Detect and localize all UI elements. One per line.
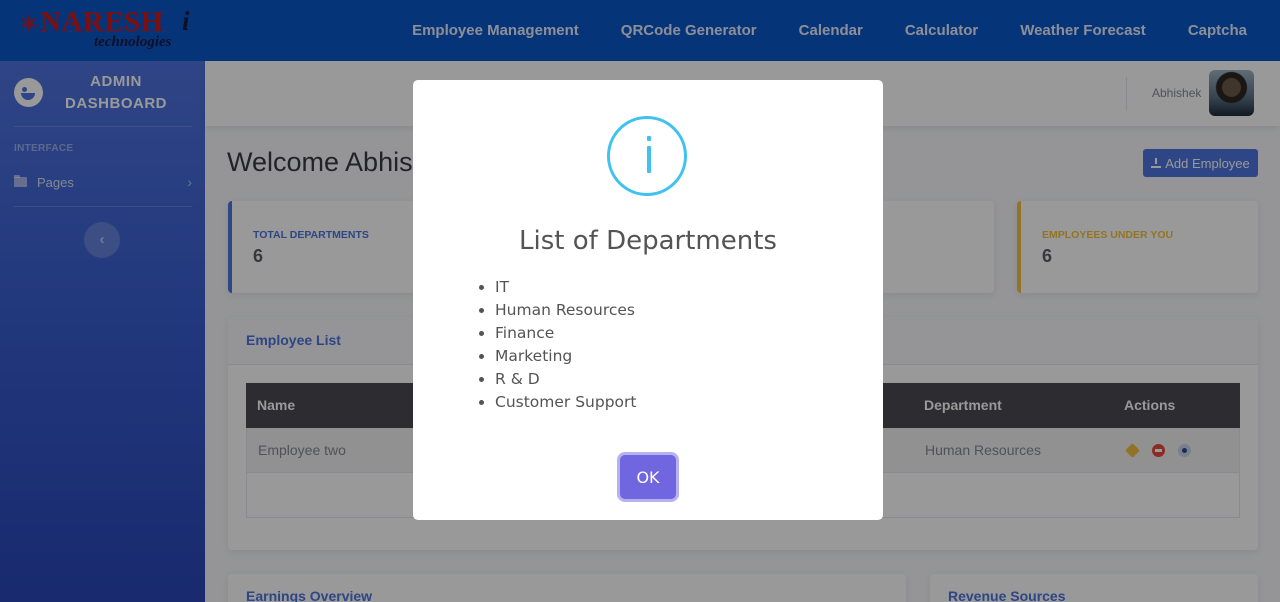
ok-button[interactable]: OK: [620, 455, 676, 499]
info-icon-bar: [646, 146, 651, 173]
department-item: Human Resources: [495, 299, 637, 322]
dialog-title: List of Departments: [519, 226, 777, 256]
department-item: IT: [495, 276, 637, 299]
departments-dialog: List of Departments IT Human Resources F…: [413, 80, 883, 520]
department-item: Finance: [495, 322, 637, 345]
department-item: R & D: [495, 368, 637, 391]
info-icon: [607, 116, 687, 196]
info-icon-dot: [646, 136, 651, 141]
departments-list: IT Human Resources Finance Marketing R &…: [495, 276, 637, 414]
department-item: Customer Support: [495, 391, 637, 414]
department-item: Marketing: [495, 345, 637, 368]
